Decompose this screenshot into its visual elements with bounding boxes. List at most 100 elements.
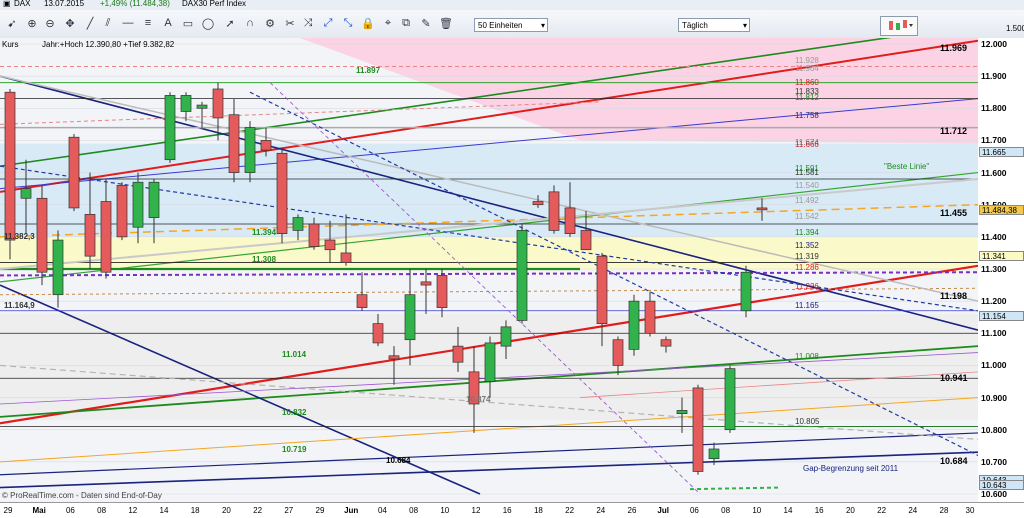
level-label: 10.719 [282, 444, 307, 454]
candle-body [180, 95, 192, 112]
right-level-label: 10.805 [795, 417, 820, 427]
candle-body [356, 294, 368, 308]
candle-body [436, 275, 448, 308]
right-level-label: 11.666 [795, 140, 819, 150]
candle-body [500, 326, 512, 347]
text-tool-icon[interactable]: A [160, 15, 176, 31]
candle-body [404, 294, 416, 341]
level-label: 11.394 [252, 227, 277, 237]
candle-body [484, 342, 496, 382]
x-tick-label: 29 [315, 506, 325, 515]
line-tool-icon[interactable]: ╱ [82, 15, 98, 31]
x-tick-label: 22 [565, 506, 575, 515]
candle-body [164, 95, 176, 161]
level-label: 11.164,9 [4, 301, 35, 311]
pencil-icon[interactable]: ✎ [418, 15, 434, 31]
x-tick-label: 24 [908, 506, 918, 515]
candle-body [532, 201, 544, 206]
lock-icon[interactable]: 🔒 [360, 15, 376, 31]
x-tick-label: 06 [689, 506, 699, 515]
candle-body [324, 239, 336, 251]
candle-body [660, 339, 672, 347]
horizontal-line-icon[interactable]: ― [120, 15, 136, 31]
candle-body [740, 271, 752, 312]
candle-body [212, 88, 224, 119]
x-tick-label: 10 [752, 506, 762, 515]
candle-body [612, 339, 624, 366]
candle-body [276, 152, 288, 234]
candle-body [260, 140, 272, 151]
move-icon[interactable]: ✥ [62, 15, 78, 31]
level-label: 10.684 [386, 456, 411, 465]
x-tick-label: Jul [657, 506, 669, 515]
ellipse-icon[interactable]: ◯ [200, 15, 216, 31]
y-tick-label: 10.800 [981, 424, 1007, 435]
period-select[interactable]: Täglich ▾ [678, 18, 750, 32]
y-tick-label: 11.400 [981, 231, 1007, 242]
price-scale-marker: 11.341 [979, 250, 1024, 261]
units-select-value: 50 Einheiten [478, 21, 523, 30]
magnet-icon[interactable]: ∩ [242, 15, 258, 31]
price-chart[interactable] [0, 38, 978, 502]
layers-icon[interactable]: ⧉ [398, 15, 414, 31]
y-tick-label: 11.900 [981, 71, 1007, 82]
candle-body [292, 217, 304, 231]
right-level-label: 11.904 [795, 63, 819, 73]
units-select[interactable]: 50 Einheiten ▾ [474, 18, 548, 32]
bold-level-label: 10.941 [940, 373, 968, 384]
x-tick-label: 12 [471, 506, 481, 515]
trend-down-icon[interactable]: ⤡ [340, 15, 356, 31]
x-tick-label: 27 [284, 506, 294, 515]
rectangle-icon[interactable]: ▭ [180, 15, 196, 31]
indicator-icon[interactable]: ⤨ [300, 15, 316, 31]
x-tick-label: 14 [159, 506, 169, 515]
arrow-icon[interactable]: ➚ [222, 15, 238, 31]
candle-body [564, 207, 576, 234]
bold-level-label: 11.455 [940, 208, 968, 219]
alert-icon[interactable]: ⌖ [380, 15, 396, 31]
tools-icon[interactable]: ✂ [282, 15, 298, 31]
x-tick-label: 26 [627, 506, 637, 515]
x-tick-label: 04 [377, 506, 387, 515]
channel-tool-icon[interactable]: ⫽ [100, 15, 116, 31]
window-icon: ▣ [3, 0, 11, 8]
bold-level-label: 11.712 [940, 125, 968, 136]
fibonacci-icon[interactable]: ≡ [140, 15, 156, 31]
candle-body [516, 230, 528, 321]
level-label: 11.308 [252, 255, 277, 265]
y-tick-label: 11.800 [981, 103, 1007, 114]
candle-body [132, 181, 144, 228]
candle-body [68, 136, 80, 209]
candle-body [84, 214, 96, 257]
y-tick-label: 11.300 [981, 264, 1007, 274]
candle-body [644, 300, 656, 334]
date-axis[interactable]: 29 Mai 06 08 12 14 18 20 22 27 29 Jun 04 08 10 12 16 18 22… [0, 502, 1024, 518]
zoom-out-icon[interactable]: ⊖ [42, 15, 58, 31]
x-tick-label: 16 [814, 506, 824, 515]
chart-type-button[interactable] [880, 16, 918, 36]
zoom-in-icon[interactable]: ⊕ [24, 15, 40, 31]
candle-body [708, 448, 720, 459]
level-label: 11.382,3 [4, 231, 35, 241]
candle-body [100, 201, 112, 273]
candle-body [676, 410, 688, 414]
right-level-label: 11.542 [795, 212, 819, 222]
period-select-value: Täglich [682, 21, 708, 30]
candle-body [692, 387, 704, 472]
cursor-icon[interactable]: ➹ [4, 15, 20, 31]
x-tick-label: 18 [190, 506, 200, 515]
trend-up-icon[interactable]: ⤢ [320, 15, 336, 31]
y-tick-label: 10.700 [981, 456, 1007, 467]
chevron-down-icon: ▾ [540, 21, 545, 30]
data-source-note: © ProRealTime.com - Daten sind End-of-Da… [2, 491, 162, 500]
candle-body [628, 300, 640, 350]
delete-icon[interactable]: 🗑 [438, 15, 454, 31]
candle-body [420, 281, 432, 286]
gap-label: Gap-Begrenzung seit 2011 [803, 463, 899, 473]
candle-body [20, 188, 32, 199]
candle-body [548, 191, 560, 231]
x-tick-label: 20 [845, 506, 855, 515]
properties-icon[interactable]: ⚙ [262, 15, 278, 31]
candle-body [580, 230, 592, 251]
candle-body [596, 255, 608, 324]
